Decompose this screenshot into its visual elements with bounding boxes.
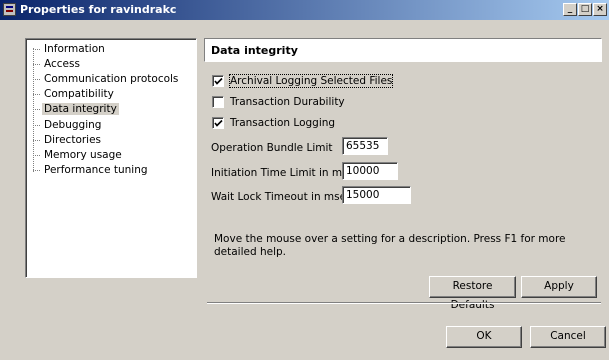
tree-item-communication-protocols[interactable]: Communication protocols: [33, 72, 180, 86]
tree-item-label: Communication protocols: [44, 73, 179, 85]
category-tree[interactable]: Information Access Communication protoco…: [25, 38, 197, 278]
tree-item-data-integrity[interactable]: Data integrity: [33, 102, 119, 116]
window-title: Properties for ravindrakc: [20, 3, 177, 16]
transaction-durability-label[interactable]: Transaction Durability: [230, 96, 345, 108]
tree-item-label: Data integrity: [42, 103, 119, 115]
tree-item-information[interactable]: Information: [33, 42, 107, 56]
apply-button[interactable]: Apply: [521, 276, 597, 298]
maximize-button[interactable]: □: [578, 3, 592, 16]
ok-button[interactable]: OK: [446, 326, 522, 348]
tree-item-directories[interactable]: Directories: [33, 133, 103, 147]
archival-logging-label[interactable]: Archival Logging Selected Files: [228, 74, 394, 88]
title-bar[interactable]: Properties for ravindrakc _ □ ×: [0, 0, 609, 20]
archival-logging-checkbox[interactable]: [212, 75, 224, 87]
transaction-logging-label[interactable]: Transaction Logging: [230, 117, 335, 129]
tree-item-memory-usage[interactable]: Memory usage: [33, 148, 124, 162]
tree-inner: Information Access Communication protoco…: [26, 39, 196, 277]
tree-item-performance-tuning[interactable]: Performance tuning: [33, 163, 150, 177]
tree-item-label: Compatibility: [44, 88, 114, 100]
separator: [207, 302, 601, 304]
transaction-logging-checkbox[interactable]: [212, 117, 224, 129]
help-description: Move the mouse over a setting for a desc…: [214, 233, 566, 258]
operation-bundle-limit-input[interactable]: 65535: [342, 137, 388, 155]
tree-item-label: Memory usage: [44, 149, 122, 161]
restore-defaults-button[interactable]: Restore Defaults: [429, 276, 516, 311]
checkmark-icon: [214, 77, 223, 85]
wait-lock-timeout-label: Wait Lock Timeout in msec: [211, 191, 352, 203]
panel-header: Data integrity: [204, 38, 602, 62]
cancel-button[interactable]: Cancel: [530, 326, 606, 348]
checkmark-icon: [214, 119, 223, 127]
tree-item-access[interactable]: Access: [33, 57, 82, 71]
tree-item-label: Performance tuning: [44, 164, 148, 176]
transaction-durability-checkbox[interactable]: [212, 96, 224, 108]
close-button[interactable]: ×: [593, 3, 607, 16]
tree-item-label: Information: [44, 43, 105, 55]
tree-item-debugging[interactable]: Debugging: [33, 118, 103, 132]
initiation-time-limit-label: Initiation Time Limit in msec: [211, 167, 360, 179]
properties-window: Properties for ravindrakc _ □ × Informat…: [0, 0, 609, 360]
minimize-button[interactable]: _: [563, 3, 577, 16]
operation-bundle-limit-label: Operation Bundle Limit: [211, 142, 333, 154]
wait-lock-timeout-input[interactable]: 15000: [342, 186, 411, 204]
tree-item-label: Debugging: [44, 119, 102, 131]
tree-item-label: Directories: [44, 134, 102, 146]
panel-title: Data integrity: [211, 44, 298, 57]
tree-item-compatibility[interactable]: Compatibility: [33, 87, 116, 101]
app-icon: [3, 3, 16, 16]
tree-item-label: Access: [44, 58, 80, 70]
initiation-time-limit-input[interactable]: 10000: [342, 162, 398, 180]
